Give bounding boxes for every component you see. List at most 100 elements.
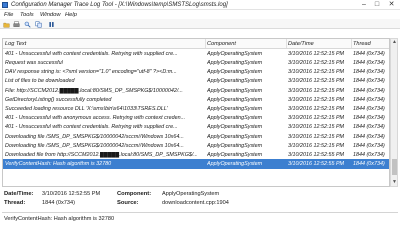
column-divider[interactable] xyxy=(351,39,352,48)
datetime-cell: 3/10/2016 12:52:15 PM xyxy=(288,50,345,57)
table-row[interactable]: 401 - Unsuccessful with context credenti… xyxy=(3,49,389,58)
component-cell: ApplyOperatingSystem xyxy=(207,59,263,66)
log-text-cell: Request was successful xyxy=(5,59,63,66)
table-row[interactable]: GetDirectoryListing() successfully compl… xyxy=(3,95,389,104)
menu-bar: File Tools Window Help xyxy=(0,10,400,19)
log-text-cell: DAV response string is: <?xml version="1… xyxy=(5,69,177,76)
table-row[interactable]: DAV response string is: <?xml version="1… xyxy=(3,67,389,76)
vertical-scrollbar[interactable]: ▲ ▼ xyxy=(390,38,398,187)
column-divider[interactable] xyxy=(286,39,287,48)
scroll-up-icon[interactable]: ▲ xyxy=(391,39,398,46)
source-label: Source: xyxy=(117,200,139,206)
component-cell: ApplyOperatingSystem xyxy=(207,161,263,168)
component-cell: ApplyOperatingSystem xyxy=(207,151,263,158)
thread-cell: 1844 (0x734) xyxy=(353,78,385,85)
datetime-cell: 3/10/2016 12:52:15 PM xyxy=(288,69,345,76)
datetime-cell: 3/10/2016 12:52:15 PM xyxy=(288,96,345,103)
thread-cell: 1844 (0x734) xyxy=(353,105,385,112)
thread-cell: 1844 (0x734) xyxy=(353,59,385,66)
datetime-cell: 3/10/2016 12:52:15 PM xyxy=(288,133,345,140)
log-text-cell: Downloading file /SMS_DP_SMSPKG$/1000004… xyxy=(5,133,184,140)
thread-cell: 1844 (0x734) xyxy=(353,161,385,168)
component-cell: ApplyOperatingSystem xyxy=(207,96,263,103)
log-text-cell: Downloaded file from http://SCCM2012.███… xyxy=(5,151,197,158)
log-grid: Log Text Component Date/Time Thread 401 … xyxy=(2,38,390,187)
thread-cell: 1844 (0x734) xyxy=(353,133,385,140)
copy-icon[interactable] xyxy=(35,20,42,28)
thread-cell: 1844 (0x734) xyxy=(353,50,385,57)
datetime-cell: 3/10/2016 12:52:15 PM xyxy=(288,87,345,94)
app-icon xyxy=(2,2,8,8)
log-text-cell: File: http://SCCM2012.█████.local:80/SMS… xyxy=(5,87,183,94)
datetime-cell: 3/10/2016 12:52:15 PM xyxy=(288,78,345,85)
datetime-cell: 3/10/2016 12:52:15 PM xyxy=(288,59,345,66)
menu-help[interactable]: Help xyxy=(65,12,77,18)
table-row[interactable]: Succeeded loading resource DLL 'X:\sms\b… xyxy=(3,104,389,113)
component-cell: ApplyOperatingSystem xyxy=(207,50,263,57)
datetime-cell: 3/10/2016 12:52:15 PM xyxy=(288,142,345,149)
column-header-log-text[interactable]: Log Text xyxy=(5,41,26,47)
maximize-button[interactable]: □ xyxy=(371,0,383,9)
table-row[interactable]: List of files to be downloaded ApplyOpera… xyxy=(3,77,389,86)
component-cell: ApplyOperatingSystem xyxy=(207,124,263,131)
component-value: ApplyOperatingSystem xyxy=(162,191,220,197)
log-text-cell: Succeeded loading resource DLL 'X:\sms\b… xyxy=(5,105,168,112)
pause-icon[interactable] xyxy=(48,21,55,28)
column-header-datetime[interactable]: Date/Time xyxy=(288,41,314,47)
component-cell: ApplyOperatingSystem xyxy=(207,87,263,94)
log-text-cell: 401 - Unsuccessful with context credenti… xyxy=(5,50,178,57)
log-text-cell: List of files to be downloaded xyxy=(5,78,75,85)
menu-tools[interactable]: Tools xyxy=(20,12,34,18)
datetime-cell: 3/10/2016 12:52:55 PM xyxy=(288,161,345,168)
column-header-component[interactable]: Component xyxy=(207,41,236,47)
open-icon[interactable] xyxy=(3,21,10,28)
menu-window[interactable]: Window xyxy=(40,12,61,18)
print-icon[interactable] xyxy=(13,20,20,28)
thread-cell: 1844 (0x734) xyxy=(353,142,385,149)
grid-header: Log Text Component Date/Time Thread xyxy=(3,39,389,49)
thread-value: 1844 (0x734) xyxy=(42,200,75,206)
scroll-down-icon[interactable]: ▼ xyxy=(391,179,398,186)
thread-cell: 1844 (0x734) xyxy=(353,96,385,103)
toolbar xyxy=(0,19,400,29)
table-row[interactable]: File: http://SCCM2012.█████.local:80/SMS… xyxy=(3,86,389,95)
table-row[interactable]: 401 - Unsuccessful with anonymous access… xyxy=(3,113,389,122)
title-bar: Configuration Manager Trace Log Tool - [… xyxy=(0,0,400,10)
table-row-selected[interactable]: VerifyContentHash: Hash algorithm is 327… xyxy=(3,159,389,169)
table-row[interactable]: 401 - Unsuccessful with context credenti… xyxy=(3,123,389,132)
datetime-label: Date/Time: xyxy=(4,191,34,197)
component-cell: ApplyOperatingSystem xyxy=(207,142,263,149)
table-row[interactable]: Downloaded file from http://SCCM2012.███… xyxy=(3,150,389,159)
component-cell: ApplyOperatingSystem xyxy=(207,133,263,140)
scrollbar-thumb[interactable] xyxy=(392,159,397,175)
menu-file[interactable]: File xyxy=(4,12,13,18)
component-label: Component: xyxy=(117,191,152,197)
log-text-cell: Downloading file /SMS_DP_SMSPKG$/1000004… xyxy=(5,142,184,149)
datetime-cell: 3/10/2016 12:52:15 PM xyxy=(288,105,345,112)
thread-cell: 1844 (0x734) xyxy=(353,124,385,131)
datetime-cell: 3/10/2016 12:52:55 PM xyxy=(288,151,345,158)
minimize-button[interactable]: – xyxy=(358,0,370,9)
log-text-cell: 401 - Unsuccessful with context credenti… xyxy=(5,124,178,131)
message-text: VerifyContentHash: Hash algorithm is 327… xyxy=(4,215,115,222)
table-row[interactable]: Downloading file /SMS_DP_SMSPKG$/1000004… xyxy=(3,141,389,150)
datetime-cell: 3/10/2016 12:52:15 PM xyxy=(288,124,345,131)
close-button[interactable]: ✕ xyxy=(385,0,398,9)
message-box[interactable]: VerifyContentHash: Hash algorithm is 327… xyxy=(2,212,398,225)
thread-cell: 1844 (0x734) xyxy=(353,69,385,76)
component-cell: ApplyOperatingSystem xyxy=(207,105,263,112)
source-value: downloadcontent.cpp:1904 xyxy=(162,200,229,206)
thread-cell: 1844 (0x734) xyxy=(353,87,385,94)
column-divider[interactable] xyxy=(205,39,206,48)
log-text-cell: GetDirectoryListing() successfully compl… xyxy=(5,96,112,103)
table-row[interactable]: Downloading file /SMS_DP_SMSPKG$/1000004… xyxy=(3,132,389,141)
column-header-thread[interactable]: Thread xyxy=(353,41,371,47)
datetime-value: 3/10/2016 12:52:55 PM xyxy=(42,191,101,197)
thread-cell: 1844 (0x734) xyxy=(353,151,385,158)
component-cell: ApplyOperatingSystem xyxy=(207,69,263,76)
table-row[interactable]: Request was successful ApplyOperatingSyst… xyxy=(3,58,389,67)
thread-cell: 1844 (0x734) xyxy=(353,115,385,122)
find-icon[interactable] xyxy=(24,21,31,28)
component-cell: ApplyOperatingSystem xyxy=(207,115,263,122)
thread-label: Thread: xyxy=(4,200,26,206)
